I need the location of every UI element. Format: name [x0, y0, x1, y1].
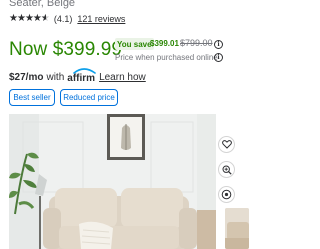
monthly-price: $27/mo	[9, 71, 44, 83]
rating-value: (4.1)	[53, 14, 73, 24]
you-save-label: You save	[117, 39, 152, 49]
reviews-link[interactable]: 121 reviews	[77, 14, 125, 24]
sofa-room-illustration	[9, 114, 216, 249]
view-in-room-button[interactable]	[218, 186, 235, 203]
you-save-badge: You save	[115, 38, 154, 50]
was-price: $799.00	[180, 38, 213, 48]
view-in-room-icon	[221, 189, 232, 200]
info-icon[interactable]: i	[214, 53, 223, 62]
zoom-in-icon	[221, 164, 232, 175]
affirm-arc-icon	[73, 68, 97, 74]
product-title-fragment: Seater, Beige	[9, 0, 76, 9]
financing-with: with	[46, 71, 65, 83]
affirm-wordmark: affirm	[67, 73, 96, 84]
rating-row: ★ ★ ★ ★ ★ (4.1) 121 reviews	[9, 13, 125, 25]
price-note: Price when purchased online	[115, 53, 218, 62]
best-seller-badge: Best seller	[9, 89, 55, 106]
affirm-logo: affirm	[67, 68, 97, 84]
learn-how-link[interactable]: Learn how	[99, 72, 146, 83]
heart-icon	[221, 140, 232, 149]
info-icon[interactable]: i	[214, 40, 223, 49]
favorite-button[interactable]	[218, 136, 235, 153]
zoom-button[interactable]	[218, 161, 235, 178]
financing-row: $27/mo with affirm Learn how	[9, 68, 146, 84]
thumbnail-image	[225, 208, 249, 249]
reduced-price-badge: Reduced price	[60, 89, 118, 106]
rating-stars: ★ ★ ★ ★ ★	[9, 13, 50, 24]
save-amount: $399.01	[150, 39, 179, 48]
image-thumbnail[interactable]	[225, 208, 249, 249]
product-image[interactable]	[9, 114, 216, 249]
current-price: Now $399.99	[9, 39, 123, 60]
half-star-icon: ★	[40, 13, 50, 24]
